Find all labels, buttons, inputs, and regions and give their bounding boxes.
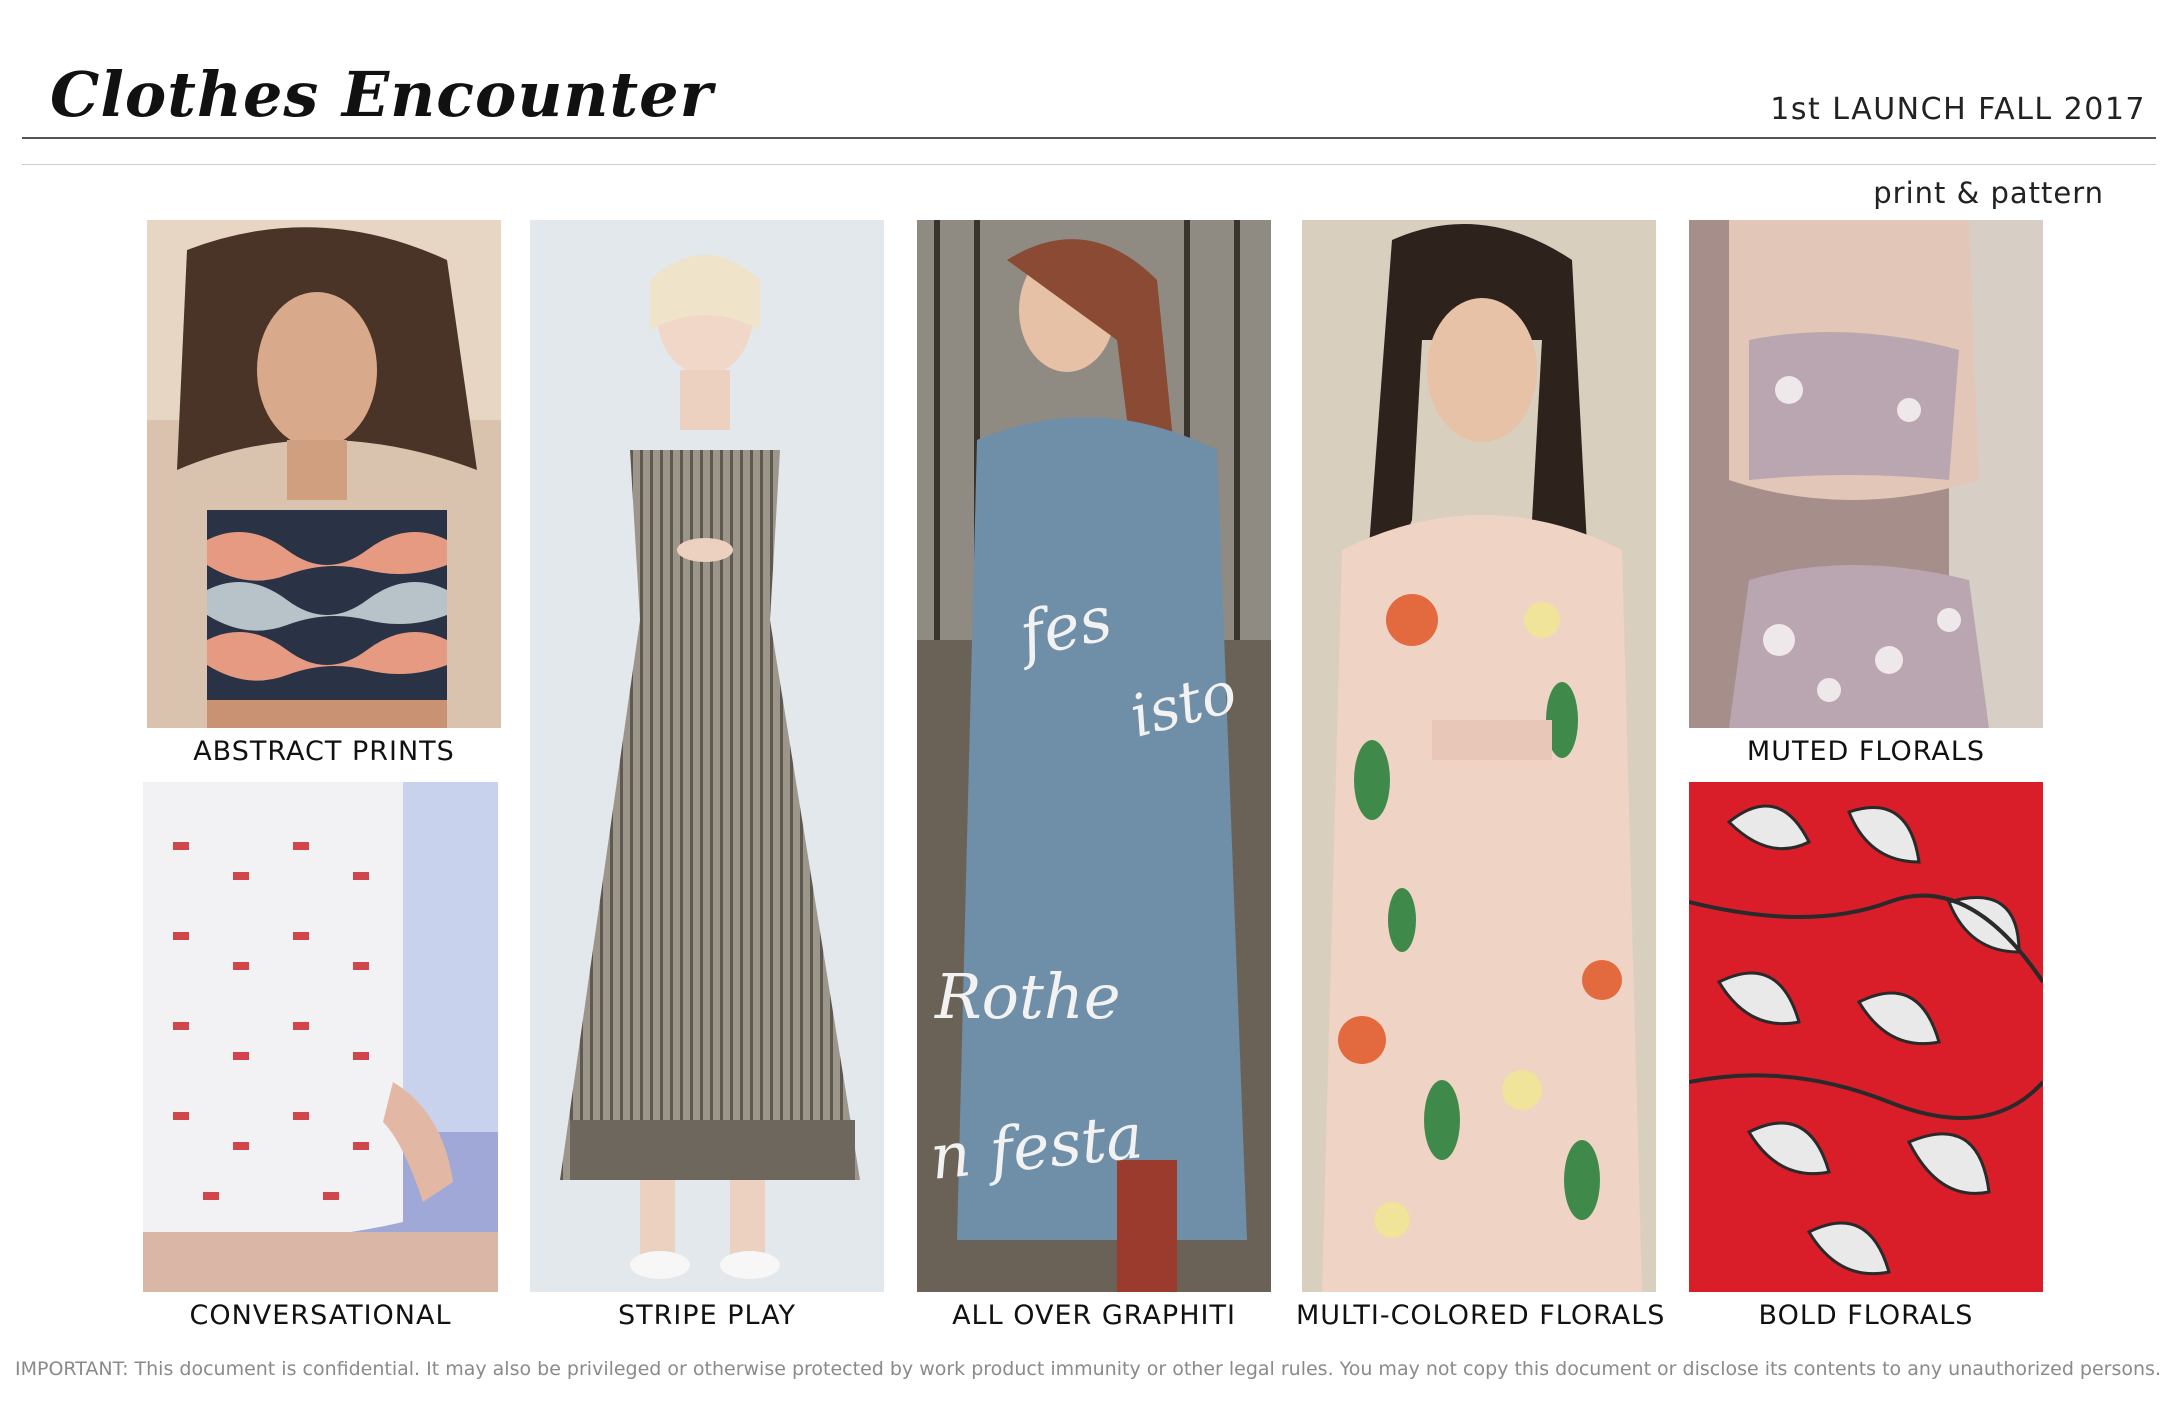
muted-florals-photo bbox=[1689, 220, 2043, 728]
confidentiality-disclaimer: IMPORTANT: This document is confidential… bbox=[15, 1358, 2161, 1380]
graffiti-word-3: Rothe bbox=[935, 960, 1121, 1033]
caption-bold-florals: BOLD FLORALS bbox=[1758, 1300, 1974, 1331]
section-title: print & pattern bbox=[1873, 176, 2104, 210]
caption-stripe-play: STRIPE PLAY bbox=[617, 1300, 797, 1331]
header-divider-thin bbox=[22, 164, 2156, 165]
caption-abstract-prints: ABSTRACT PRINTS bbox=[193, 736, 455, 767]
caption-conversational: CONVERSATIONAL bbox=[189, 1300, 452, 1331]
header-divider bbox=[22, 137, 2156, 139]
brand-logo: Clothes Encounter bbox=[50, 58, 714, 131]
caption-muted-florals: MUTED FLORALS bbox=[1746, 736, 1986, 767]
stripe-play-photo bbox=[530, 220, 884, 1292]
launch-title: 1st LAUNCH FALL 2017 bbox=[1770, 92, 2146, 127]
caption-all-over-graphiti: ALL OVER GRAPHITI bbox=[952, 1300, 1236, 1331]
caption-multi-colored-florals: MULTI-COLORED FLORALS bbox=[1296, 1300, 1666, 1331]
conversational-photo bbox=[143, 782, 498, 1292]
abstract-prints-photo bbox=[147, 220, 501, 728]
multi-colored-florals-photo bbox=[1302, 220, 1656, 1292]
bold-florals-photo bbox=[1689, 782, 2043, 1292]
